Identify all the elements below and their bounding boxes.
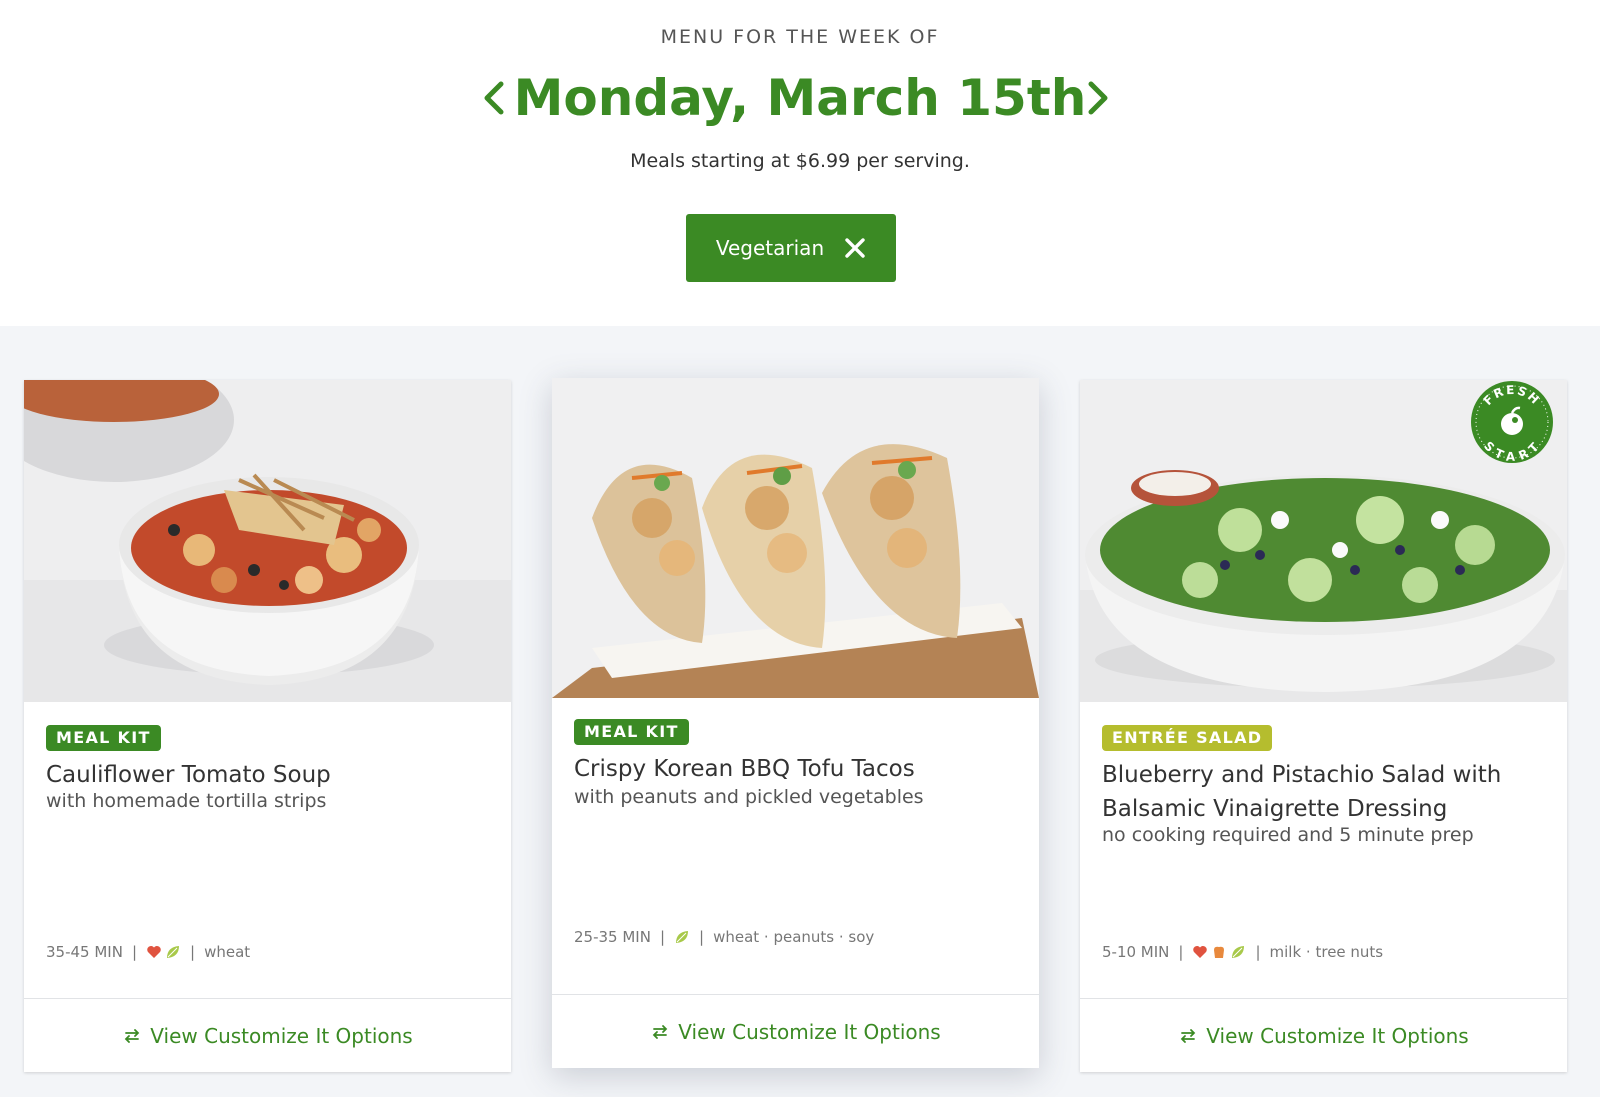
leaf-icon <box>167 946 180 958</box>
chevron-right-icon <box>1088 81 1108 115</box>
allergens: wheat · peanuts · soy <box>713 928 875 946</box>
meal-meta: 35-45 MIN | | wheat <box>46 943 250 961</box>
meal-title[interactable]: Cauliflower Tomato Soup <box>46 758 486 792</box>
swap-arrows-icon <box>653 1025 668 1039</box>
heart-icon <box>147 946 161 958</box>
cook-time: 25-35 MIN <box>574 928 651 946</box>
meal-title[interactable]: Blueberry and Pistachio Salad with Balsa… <box>1102 758 1542 826</box>
carb-icon <box>1214 946 1225 958</box>
meal-image <box>552 378 1039 698</box>
meal-type-badge: MEAL KIT <box>46 725 161 751</box>
allergens: milk · tree nuts <box>1269 943 1384 961</box>
swap-arrows-icon <box>125 1029 140 1043</box>
meta-separator: | <box>190 943 196 961</box>
meta-separator: | <box>131 943 138 961</box>
tacos-photo <box>552 378 1039 698</box>
swap-arrows-icon <box>1181 1029 1196 1043</box>
week-label: MENU FOR THE WEEK OF <box>660 26 940 48</box>
diet-icons <box>146 944 181 960</box>
close-icon[interactable] <box>844 237 866 259</box>
date-row: Monday, March 15th <box>0 60 1600 136</box>
meal-subtitle: with peanuts and pickled vegetables <box>574 786 924 808</box>
meal-card-blueberry-salad[interactable]: ENTRÉE SALAD Blueberry and Pistachio Sal… <box>1080 380 1567 1072</box>
next-week-button[interactable] <box>1075 74 1119 122</box>
meta-separator: | <box>699 928 705 946</box>
meta-separator: | <box>659 928 666 946</box>
meal-title[interactable]: Crispy Korean BBQ Tofu Tacos <box>574 752 1014 786</box>
heart-icon <box>1193 946 1208 958</box>
fresh-start-seal-icon: FRESH START <box>1471 381 1553 464</box>
meal-image <box>24 380 511 702</box>
vegetarian-filter-chip[interactable]: Vegetarian <box>686 214 896 282</box>
meta-separator: | <box>1178 943 1184 961</box>
customize-label: View Customize It Options <box>678 1020 941 1044</box>
fresh-start-badge: FRESH START <box>1470 380 1554 464</box>
meta-separator: | <box>1255 943 1261 961</box>
meal-type-badge: MEAL KIT <box>574 719 689 745</box>
leaf-icon <box>1232 946 1245 958</box>
menu-header: MENU FOR THE WEEK OF Monday, March 15th … <box>0 0 1600 326</box>
view-customize-options-button[interactable]: View Customize It Options <box>1080 999 1567 1073</box>
meal-type-badge: ENTRÉE SALAD <box>1102 725 1273 751</box>
cook-time: 35-45 MIN <box>46 943 123 961</box>
chevron-left-icon <box>484 81 504 115</box>
meal-subtitle: no cooking required and 5 minute prep <box>1102 824 1474 846</box>
view-customize-options-button[interactable]: View Customize It Options <box>24 999 511 1073</box>
allergens: wheat <box>204 943 251 961</box>
price-line: Meals starting at $6.99 per serving. <box>630 150 970 172</box>
meal-meta: 25-35 MIN | | wheat · peanuts · soy <box>574 928 874 946</box>
customize-label: View Customize It Options <box>1206 1024 1469 1048</box>
cook-time: 5-10 MIN <box>1102 943 1170 961</box>
previous-week-button[interactable] <box>473 74 517 122</box>
meal-subtitle: with homemade tortilla strips <box>46 790 327 812</box>
week-date-title: Monday, March 15th <box>513 69 1087 127</box>
view-customize-options-button[interactable]: View Customize It Options <box>552 995 1039 1069</box>
meal-card-tofu-tacos[interactable]: MEAL KIT Crispy Korean BBQ Tofu Tacos wi… <box>552 378 1039 1068</box>
customize-label: View Customize It Options <box>150 1024 413 1048</box>
soup-bowl-photo <box>24 380 511 702</box>
diet-icons <box>674 929 690 945</box>
leaf-icon <box>676 931 689 943</box>
meal-card-cauliflower-soup[interactable]: MEAL KIT Cauliflower Tomato Soup with ho… <box>24 380 511 1072</box>
meal-meta: 5-10 MIN | | milk · tree nuts <box>1102 943 1383 961</box>
filter-chip-label: Vegetarian <box>715 236 825 260</box>
diet-icons <box>1192 944 1246 960</box>
